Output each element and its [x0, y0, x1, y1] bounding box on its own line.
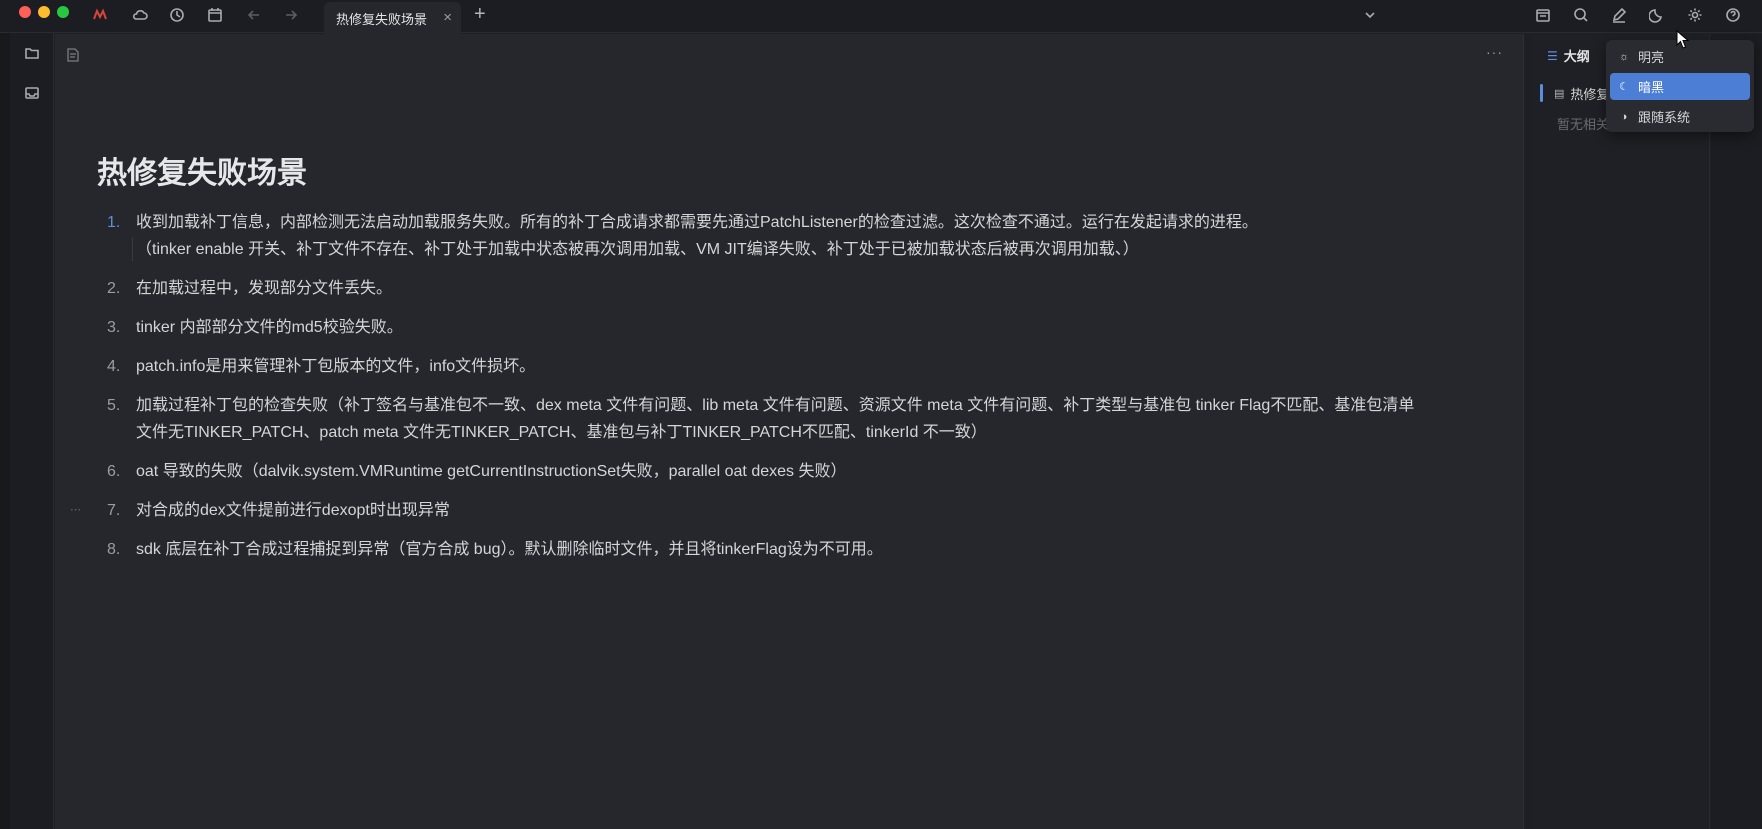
half-circle-icon: ◑: [1620, 110, 1628, 123]
forward-arrow-icon[interactable]: [281, 5, 301, 25]
ordered-list[interactable]: 1. 收到加载补丁信息，内部检测无法启动加载服务失败。所有的补丁合成请求都需要先通…: [70, 209, 1430, 575]
title-bar: 热修复失败场景 × +: [0, 0, 1762, 35]
moon-icon: ☾: [1619, 81, 1629, 93]
list-item-text[interactable]: 收到加载补丁信息，内部检测无法启动加载服务失败。所有的补丁合成请求都需要先通过P…: [136, 214, 1258, 258]
list-item-text[interactable]: 加载过程补丁包的检查失败（补丁签名与基准包不一致、dex meta 文件有问题、…: [136, 397, 1414, 441]
right-dock: [1711, 34, 1762, 829]
theme-option[interactable]: ◑ 跟随系统: [1610, 103, 1750, 130]
history-icon[interactable]: [167, 5, 187, 25]
outline-title: 大纲: [1563, 49, 1590, 64]
new-tab-button[interactable]: +: [474, 3, 486, 26]
list-item[interactable]: 2. 在加载过程中，发现部分文件丢失。: [100, 275, 1430, 302]
list-item-number: 7.: [107, 502, 121, 519]
list-item-number: 6.: [107, 463, 121, 480]
close-tab-icon[interactable]: ×: [443, 9, 452, 26]
list-item-number: 5.: [107, 397, 121, 414]
tab-title: 热修复失败场景: [336, 12, 428, 27]
list-item-text[interactable]: patch.info是用来管理补丁包版本的文件，info文件损坏。: [136, 358, 535, 375]
outline-empty-text: 暂无相关: [1557, 117, 1610, 132]
outline-panel: ☰ 大纲 ▤ 热修复 暂无相关: [1533, 34, 1710, 829]
theme-option-label: 明亮: [1638, 50, 1665, 65]
list-item-text[interactable]: sdk 底层在补丁合成过程捕捉到异常（官方合成 bug）。默认删除临时文件，并且…: [136, 541, 883, 558]
list-item-number: 1.: [107, 214, 121, 231]
gear-icon[interactable]: [1685, 5, 1705, 25]
list-item[interactable]: 5. 加载过程补丁包的检查失败（补丁签名与基准包不一致、dex meta 文件有问…: [100, 392, 1430, 446]
app-logo-icon[interactable]: [90, 5, 110, 25]
list-item[interactable]: 4. patch.info是用来管理补丁包版本的文件，info文件损坏。: [100, 353, 1430, 380]
left-dock: [10, 33, 54, 829]
theme-option-label: 暗黑: [1638, 80, 1665, 95]
list-outline-icon: ☰: [1547, 48, 1558, 63]
folder-icon[interactable]: [22, 43, 42, 63]
list-item-number: 8.: [107, 541, 121, 558]
drag-handle-icon[interactable]: ⋯: [70, 497, 81, 524]
theme-menu: ☼ 明亮 ☾ 暗黑 ◑ 跟随系统: [1606, 40, 1754, 132]
theme-option[interactable]: ☾ 暗黑: [1610, 73, 1750, 100]
theme-option-label: 跟随系统: [1638, 110, 1691, 125]
document-icon: ▤: [1554, 87, 1565, 100]
tab-document[interactable]: 热修复失败场景 ×: [324, 2, 461, 35]
close-window-button[interactable]: [19, 6, 31, 18]
outline-item-label: 热修复: [1570, 86, 1610, 102]
list-item-text[interactable]: 在加载过程中，发现部分文件丢失。: [136, 280, 392, 297]
list-item[interactable]: 8. sdk 底层在补丁合成过程捕捉到异常（官方合成 bug）。默认删除临时文件，…: [100, 536, 1430, 563]
list-item[interactable]: ⋯ 7. 对合成的dex文件提前进行dexopt时出现异常: [70, 497, 1430, 524]
document-icon[interactable]: [67, 48, 79, 67]
list-item-number: 4.: [107, 358, 121, 375]
list-item[interactable]: 6. oat 导致的失败（dalvik.system.VMRuntime getC…: [100, 458, 1430, 485]
list-item-number: 2.: [107, 280, 121, 297]
calendar-note-icon[interactable]: [1533, 5, 1553, 25]
moon-theme-icon[interactable]: [1647, 5, 1667, 25]
mouse-cursor-icon: [1676, 30, 1690, 49]
cloud-sync-icon[interactable]: [130, 5, 150, 25]
edit-pen-icon[interactable]: [1609, 5, 1629, 25]
search-icon[interactable]: [1571, 5, 1591, 25]
zoom-window-button[interactable]: [57, 6, 69, 18]
list-item-text[interactable]: oat 导致的失败（dalvik.system.VMRuntime getCur…: [136, 463, 846, 480]
outline-header: ☰ 大纲: [1547, 46, 1590, 65]
sun-icon: ☼: [1618, 50, 1630, 63]
minimize-window-button[interactable]: [38, 6, 50, 18]
chevron-down-icon[interactable]: [1360, 5, 1380, 25]
list-item[interactable]: 1. 收到加载补丁信息，内部检测无法启动加载服务失败。所有的补丁合成请求都需要先通…: [100, 209, 1430, 263]
calendar-icon[interactable]: [205, 5, 225, 25]
window-edge: [0, 33, 10, 829]
back-arrow-icon[interactable]: [244, 5, 264, 25]
inbox-icon[interactable]: [22, 83, 42, 103]
list-item[interactable]: 3. tinker 内部部分文件的md5校验失败。: [100, 314, 1430, 341]
more-options-button[interactable]: ···: [1486, 44, 1503, 60]
list-item-text[interactable]: 对合成的dex文件提前进行dexopt时出现异常: [136, 502, 450, 519]
help-icon[interactable]: [1723, 5, 1743, 25]
page-title[interactable]: 热修复失败场景: [97, 148, 307, 192]
list-item-number: 3.: [107, 319, 121, 336]
list-item-text[interactable]: tinker 内部部分文件的md5校验失败。: [136, 319, 403, 336]
